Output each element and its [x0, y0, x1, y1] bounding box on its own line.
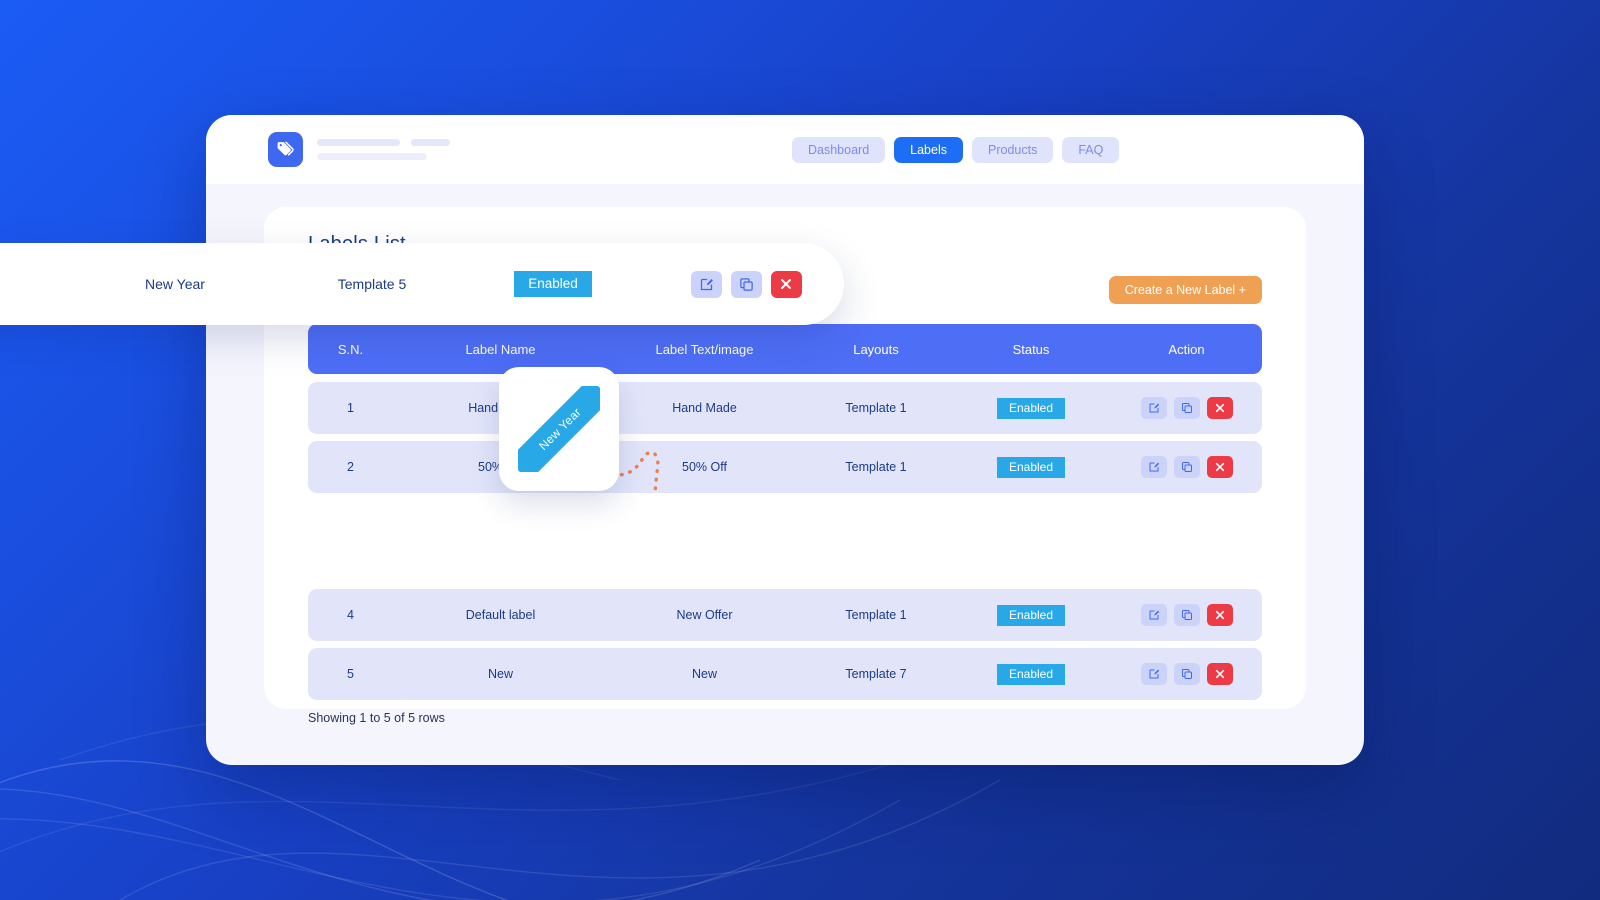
cell-action: [648, 270, 844, 298]
delete-icon: [781, 279, 791, 289]
edit-button[interactable]: [1140, 397, 1167, 419]
cell-layout: Template 1: [845, 608, 907, 622]
delete-button[interactable]: [1206, 663, 1233, 685]
tag-icon: [268, 132, 303, 167]
cell-text: New: [691, 667, 717, 681]
column-header-action: Action: [1168, 341, 1205, 357]
action-group: [648, 270, 844, 298]
duplicate-icon: [1181, 669, 1192, 679]
tab-faq[interactable]: FAQ: [1062, 136, 1120, 163]
status-badge: Enabled: [514, 270, 592, 298]
delete-icon: [1215, 669, 1224, 679]
action-group: [1111, 604, 1262, 626]
duplicate-button[interactable]: [1173, 604, 1200, 626]
cell-name: New Year: [0, 276, 64, 292]
status-badge: Enabled: [996, 456, 1066, 478]
duplicate-button[interactable]: [730, 270, 762, 298]
cell-sn: 1: [347, 401, 354, 415]
table-row[interactable]: 5 New New Template 7 Enabled: [308, 648, 1262, 700]
cell-sn: 4: [347, 608, 354, 622]
action-group: [1111, 663, 1262, 685]
delete-icon: [1215, 462, 1224, 472]
cell-layout: Template 5: [337, 276, 407, 292]
column-header-status: Status: [1012, 341, 1050, 357]
label-preview-artwork: New Year: [518, 386, 600, 472]
app-window: Dashboard Labels Products FAQ Labels Lis…: [206, 115, 1364, 765]
nav-tabs: Dashboard Labels Products FAQ: [792, 136, 1120, 163]
label-ribbon-text: New Year: [536, 405, 584, 453]
status-badge: Enabled: [996, 397, 1066, 419]
edit-icon: [1149, 403, 1159, 413]
status-badge: Enabled: [996, 663, 1066, 685]
cell-action: [1111, 456, 1262, 478]
duplicate-icon: [739, 277, 753, 291]
brand: [268, 132, 450, 167]
delete-button[interactable]: [1206, 397, 1233, 419]
delete-button[interactable]: [1206, 456, 1233, 478]
highlighted-table-row[interactable]: 3 New Year New Year Template 5 Enabled: [0, 243, 844, 325]
duplicate-icon: [1181, 462, 1192, 472]
column-header-text: Label Text/image: [655, 341, 754, 357]
tab-products[interactable]: Products: [972, 136, 1054, 163]
tab-labels[interactable]: Labels: [894, 136, 963, 163]
action-group: [1111, 456, 1262, 478]
cell-layout: Template 1: [845, 401, 907, 415]
top-bar: Dashboard Labels Products FAQ: [206, 115, 1364, 184]
cell-status: Enabled: [951, 604, 1111, 626]
cell-text: New Year: [145, 276, 205, 292]
delete-icon: [1215, 610, 1224, 620]
cell-text: 50% Off: [682, 460, 727, 474]
cell-action: [1111, 663, 1262, 685]
column-header-name: Label Name: [465, 341, 536, 357]
cell-layout: Template 7: [845, 667, 907, 681]
edit-button[interactable]: [1140, 663, 1167, 685]
cell-text: New Offer: [676, 608, 733, 622]
status-badge: Enabled: [996, 604, 1066, 626]
edit-button[interactable]: [690, 270, 722, 298]
delete-icon: [1215, 403, 1224, 413]
column-header-layouts: Layouts: [853, 341, 899, 357]
tab-dashboard[interactable]: Dashboard: [792, 136, 886, 163]
table-row-placeholder: [308, 500, 1262, 582]
duplicate-icon: [1181, 610, 1192, 620]
edit-icon: [1149, 610, 1159, 620]
edit-button[interactable]: [1140, 456, 1167, 478]
cell-action: [1111, 604, 1262, 626]
label-ribbon: New Year: [518, 386, 600, 472]
cell-action: [1111, 397, 1262, 419]
edit-button[interactable]: [1140, 604, 1167, 626]
delete-button[interactable]: [1206, 604, 1233, 626]
cell-name: Default label: [465, 608, 536, 622]
delete-button[interactable]: [770, 270, 802, 298]
create-new-label-button[interactable]: Create a New Label +: [1108, 276, 1262, 304]
cell-status: Enabled: [951, 456, 1111, 478]
label-preview-card: New Year: [499, 367, 619, 491]
duplicate-icon: [1181, 403, 1192, 413]
column-header-sn: S.N.: [337, 341, 364, 357]
table-row[interactable]: 4 Default label New Offer Template 1 Ena…: [308, 589, 1262, 641]
table-header-row: S.N. Label Name Label Text/image Layouts…: [308, 324, 1262, 374]
cell-status: Enabled: [951, 663, 1111, 685]
cell-sn: 5: [347, 667, 354, 681]
rows-summary: Showing 1 to 5 of 5 rows: [308, 711, 445, 725]
cell-sn: 2: [347, 460, 354, 474]
table-row[interactable]: 1 Hand Made Hand Made Template 1 Enabled: [308, 382, 1262, 434]
brand-placeholder-lines: [317, 139, 450, 160]
cell-layout: Template 1: [845, 460, 907, 474]
cell-status: Enabled: [951, 397, 1111, 419]
table-row[interactable]: 2 50% Off 50% Off Template 1 Enabled: [308, 441, 1262, 493]
edit-icon: [1149, 669, 1159, 679]
cell-text: Hand Made: [672, 401, 737, 415]
cell-status: Enabled: [458, 270, 648, 298]
duplicate-button[interactable]: [1173, 456, 1200, 478]
action-group: [1111, 397, 1262, 419]
labels-table: S.N. Label Name Label Text/image Layouts…: [308, 324, 1262, 700]
duplicate-button[interactable]: [1173, 397, 1200, 419]
cell-name: New: [487, 667, 513, 681]
duplicate-button[interactable]: [1173, 663, 1200, 685]
edit-icon: [700, 278, 713, 290]
edit-icon: [1149, 462, 1159, 472]
